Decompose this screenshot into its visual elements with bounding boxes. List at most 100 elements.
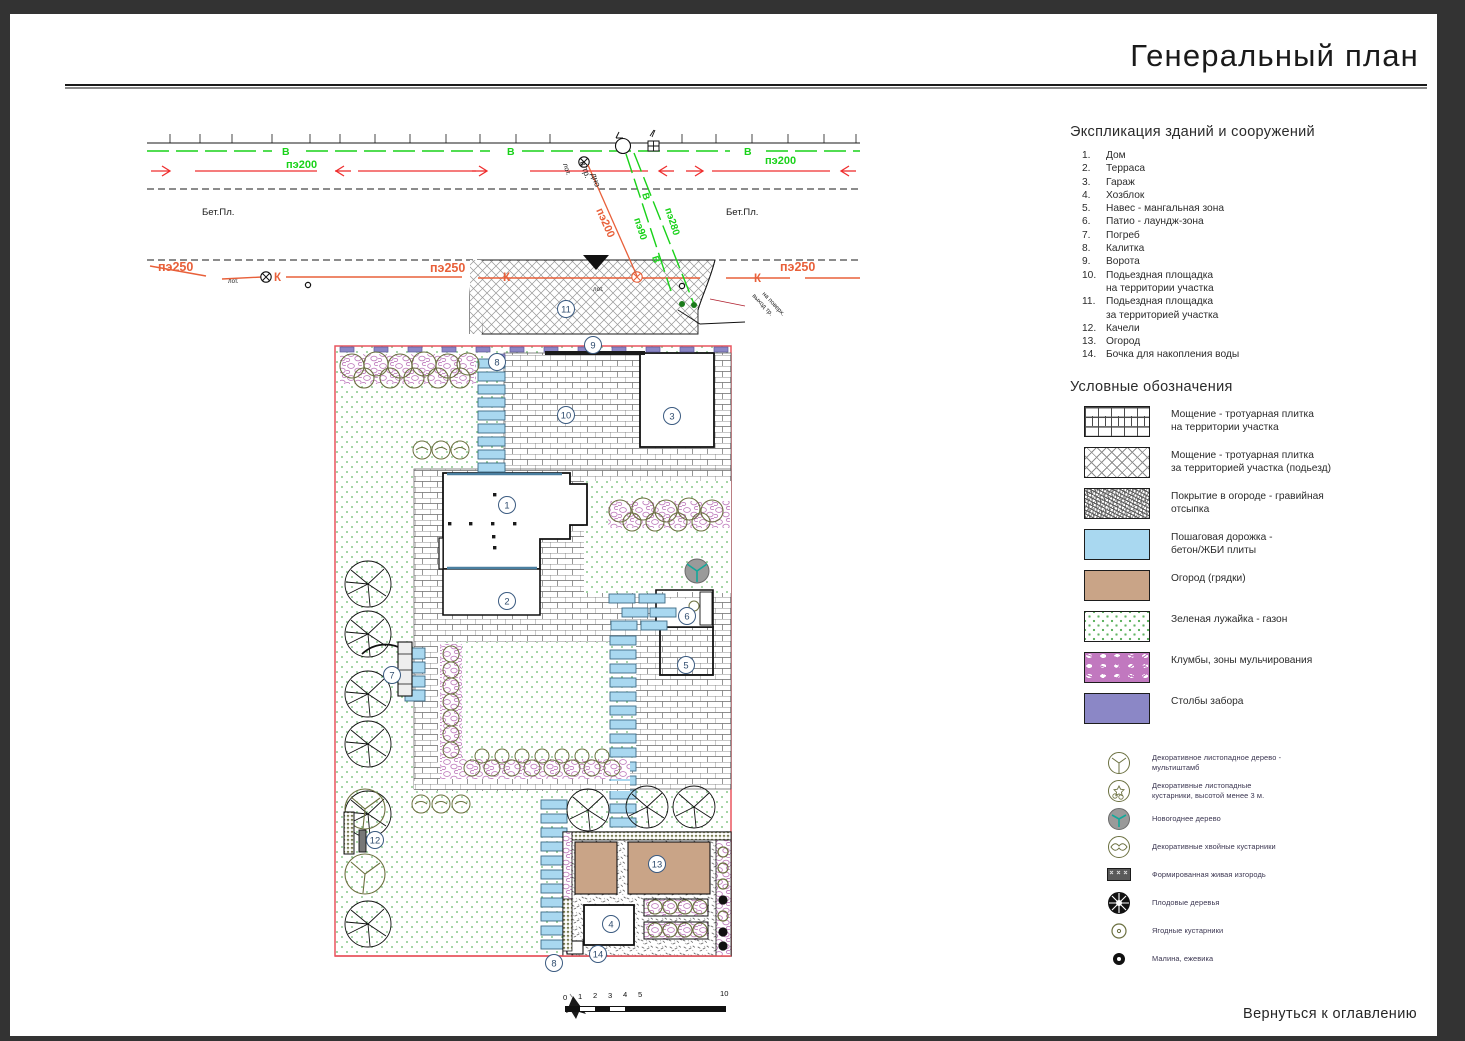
svg-text:4: 4 <box>608 919 613 930</box>
explication-item-label: Огород <box>1106 336 1141 348</box>
explication-item-number: 5. <box>1082 203 1091 215</box>
explication-item-number: 11. <box>1082 296 1096 308</box>
svg-text:В: В <box>507 146 515 158</box>
svg-text:В: В <box>744 146 752 158</box>
tray-center-label: лот. <box>593 287 604 293</box>
svg-text:лот.: лот. <box>561 162 571 176</box>
deciduous-shrub-icon <box>1102 779 1136 803</box>
explication-item-label: Калитка <box>1106 243 1145 255</box>
tray-left-label: лот. <box>228 279 239 285</box>
legend-row: Мощение - тротуарная плитка за территори… <box>1068 446 1437 478</box>
explication-item-number: 2. <box>1082 163 1091 175</box>
plant-legend-row: Ягодные кустарники <box>1068 918 1437 944</box>
flowerbed-mulch-swatch <box>1084 651 1150 683</box>
explication-item-number: 6. <box>1082 216 1091 228</box>
plant-legend-label: Малина, ежевика <box>1152 954 1214 964</box>
new-year-tree-icon <box>1102 807 1136 831</box>
plant-legend-row: Декоративные листопадные кустарники, выс… <box>1068 778 1437 804</box>
gravel-swatch <box>1084 487 1150 519</box>
explication-item-number: 3. <box>1082 176 1091 188</box>
explication-item-label: Подьездная площадка на территории участк… <box>1106 269 1214 294</box>
info-column: Экспликация зданий и сооружений 1. Дом 2.… <box>1068 124 1437 974</box>
water-pipe-main-label: пэ200 <box>286 159 317 171</box>
plant-legend-label: Плодовые деревья <box>1152 898 1220 908</box>
legend-section: Условные обозначения Мощение - тротуарна… <box>1068 379 1437 724</box>
paving-off-site-swatch <box>1084 446 1150 478</box>
svg-text:10: 10 <box>561 410 571 421</box>
berry-shrub-icon <box>1102 922 1136 940</box>
svg-text:пэ200: пэ200 <box>765 155 796 167</box>
explication-item-number: 12. <box>1082 322 1097 334</box>
deciduous-multistem-tree-icon <box>1102 751 1136 775</box>
explication-item-number: 10. <box>1082 269 1097 281</box>
legend-label: Мощение - тротуарная плитка на территори… <box>1171 408 1314 434</box>
explication-item-number: 7. <box>1082 229 1091 241</box>
water-line-letter: В <box>282 146 290 158</box>
plant-legend-label: Декоративные листопадные кустарники, выс… <box>1152 781 1265 800</box>
legend-row: Клумбы, зоны мульчирования <box>1068 651 1437 683</box>
explication-item-label: Бочка для накопления воды <box>1106 349 1240 361</box>
plant-legend-row: Формированная живая изгородь <box>1068 862 1437 888</box>
stepping-slab-swatch <box>1084 528 1150 560</box>
svg-text:К: К <box>274 272 282 284</box>
vegetable-bed-swatch <box>1084 569 1150 601</box>
concrete-pad-right-label: Бет.Пл. <box>726 207 758 218</box>
legend-label: Зеленая лужайка - газон <box>1171 613 1288 625</box>
fruit-tree-icon <box>1102 891 1136 915</box>
explication-item: 7. Погреб <box>1078 229 1437 242</box>
svg-text:8: 8 <box>551 958 556 969</box>
svg-text:14: 14 <box>593 949 603 960</box>
water-branch-1-label: пэ90 <box>631 217 649 242</box>
explication-item-label: Гараж <box>1106 176 1135 188</box>
explication-item: 2. Терраса <box>1078 162 1437 175</box>
legend-row: Покрытие в огороде - гравийная отсыпка <box>1068 487 1437 519</box>
explication-title: Экспликация зданий и сооружений <box>1070 124 1315 140</box>
svg-text:5: 5 <box>683 660 688 671</box>
legend-row: Пошаговая дорожка - бетон/ЖБИ плиты <box>1068 528 1437 560</box>
svg-text:2: 2 <box>504 596 509 607</box>
explication-item: 6. Патио - лаундж-зона <box>1078 215 1437 228</box>
plant-legend-label: Формированная живая изгородь <box>1152 870 1266 880</box>
explication-item-label: Погреб <box>1106 229 1140 241</box>
legend-row: Зеленая лужайка - газон <box>1068 610 1437 642</box>
explication-item-number: 14. <box>1082 349 1097 361</box>
svg-text:7: 7 <box>389 670 394 681</box>
explication-item: 11. Подьездная площадка за территорией уч… <box>1078 295 1437 322</box>
svg-text:К: К <box>754 273 762 285</box>
svg-text:В: В <box>639 192 652 202</box>
formed-hedge-icon <box>1102 868 1136 882</box>
legend-row: Столбы забора <box>1068 692 1437 724</box>
explication-item-label: Навес - мангальная зона <box>1106 203 1224 215</box>
explication-item: 13. Огород <box>1078 335 1437 348</box>
bottom-label: дно <box>589 172 603 189</box>
explication-item: 1. Дом <box>1078 149 1437 162</box>
legend-label: Столбы забора <box>1171 695 1244 707</box>
svg-text:К: К <box>503 272 511 284</box>
legend-label: Мощение - тротуарная плитка за территори… <box>1171 449 1331 475</box>
legend-label: Клумбы, зоны мульчирования <box>1171 654 1313 666</box>
plant-legend-row: Плодовые деревья <box>1068 890 1437 916</box>
scale-bar: 0 1 2 3 4 5 10 <box>563 989 745 1023</box>
explication-item: 9. Ворота <box>1078 255 1437 268</box>
explication-item-number: 4. <box>1082 189 1091 201</box>
svg-text:12: 12 <box>370 835 380 846</box>
explication-item-number: 13. <box>1082 336 1097 348</box>
explication-item: 8. Калитка <box>1078 242 1437 255</box>
back-to-contents-link[interactable]: Вернуться к оглавлению <box>1243 1006 1417 1022</box>
plant-legend-label: Новогоднее дерево <box>1152 814 1221 824</box>
sewer-pipe-center-label: пэ250 <box>430 261 465 275</box>
explication-item-number: 8. <box>1082 243 1091 255</box>
legend-label: Пошаговая дорожка - бетон/ЖБИ плиты <box>1171 531 1273 557</box>
explication-item: 12. Качели <box>1078 322 1437 335</box>
explication-list: 1. Дом 2. Терраса 3. Гараж 4. Хозблок 5. Наве… <box>1078 149 1437 362</box>
legend-label: Огород (грядки) <box>1171 572 1246 584</box>
svg-text:9: 9 <box>590 340 595 351</box>
svg-text:11: 11 <box>561 304 571 315</box>
explication-item-number: 1. <box>1082 150 1091 161</box>
svg-text:1: 1 <box>504 500 509 511</box>
plant-legend-label: Декоративное листопадное дерево - мульти… <box>1152 753 1282 772</box>
explication-item: 3. Гараж <box>1078 176 1437 189</box>
explication-item-label: Хозблок <box>1106 189 1145 201</box>
legend-row: Мощение - тротуарная плитка на территори… <box>1068 405 1437 437</box>
plant-legend-section: Декоративное листопадное дерево - мульти… <box>1068 750 1437 972</box>
